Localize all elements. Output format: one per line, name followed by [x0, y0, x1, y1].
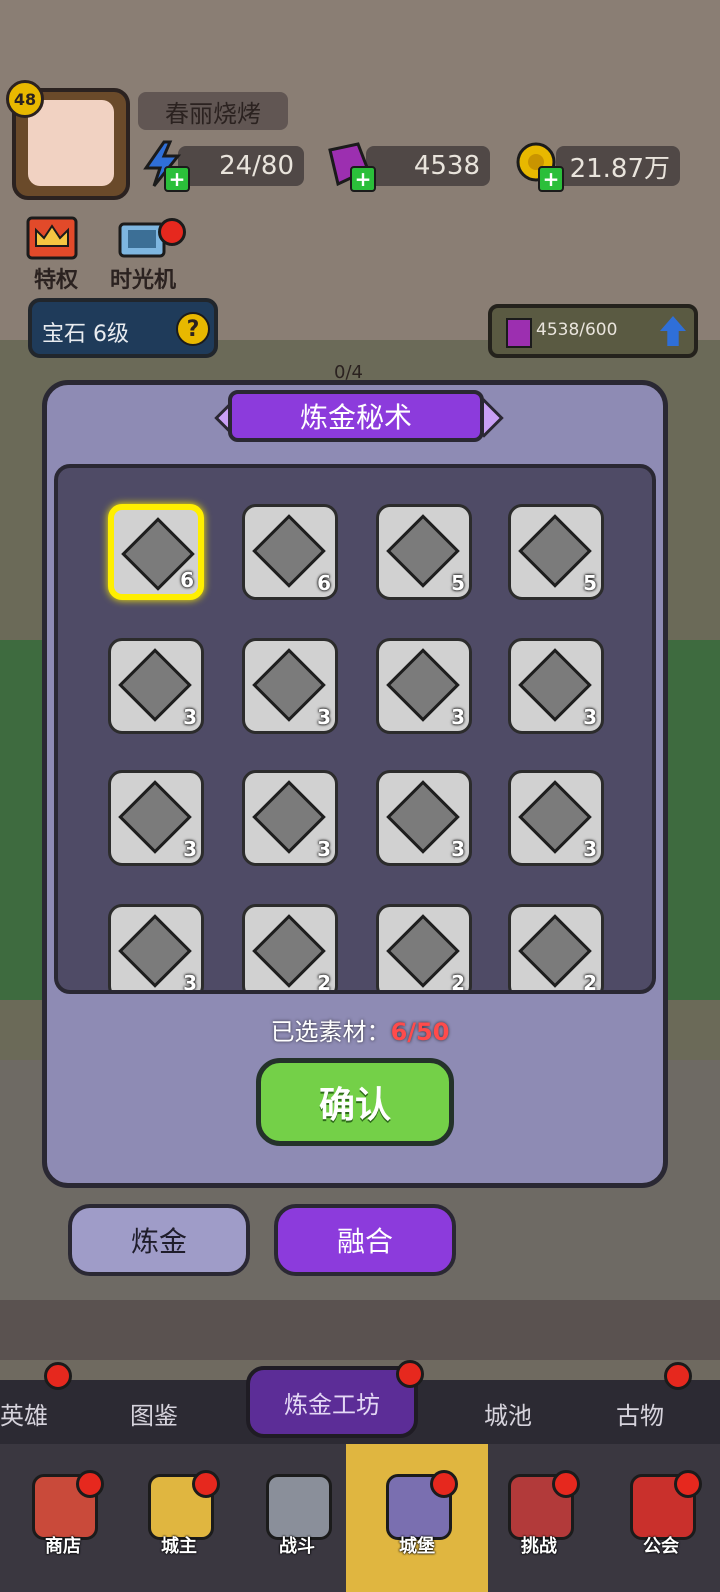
- material-count: 6: [317, 571, 331, 595]
- selected-count: 6/50: [390, 1018, 450, 1046]
- material-count: 3: [317, 705, 331, 729]
- puzzle-piece-icon: [252, 914, 326, 988]
- material-count: 3: [183, 837, 197, 861]
- puzzle-piece-icon: [518, 780, 592, 854]
- time-machine-label: 时光机: [110, 268, 177, 293]
- material-count: 3: [583, 705, 597, 729]
- material-count: 3: [583, 837, 597, 861]
- material-slot[interactable]: 3: [108, 904, 204, 994]
- material-count: 3: [183, 971, 197, 994]
- material-count: 6: [180, 568, 194, 592]
- bottom-nav-notification-dot: [674, 1470, 702, 1498]
- material-count: 3: [451, 837, 465, 861]
- gold-add-button[interactable]: +: [538, 166, 564, 192]
- material-count: 3: [451, 705, 465, 729]
- modal-title: 炼金秘术: [228, 390, 484, 442]
- bottom-nav-notification-dot: [76, 1470, 104, 1498]
- swords-icon[interactable]: [266, 1474, 332, 1540]
- puzzle-piece-icon: [518, 648, 592, 722]
- material-slot[interactable]: 3: [108, 770, 204, 866]
- material-slot[interactable]: 2: [508, 904, 604, 994]
- upgrade-arrow-icon[interactable]: [660, 316, 686, 346]
- material-count: 3: [317, 837, 331, 861]
- confirm-button[interactable]: 确认: [256, 1058, 454, 1146]
- player-level-badge: 48: [6, 80, 44, 118]
- puzzle-piece-icon: [518, 914, 592, 988]
- bottom-nav-label[interactable]: 城堡: [372, 1532, 462, 1558]
- avatar: [28, 100, 114, 186]
- bottom-nav-label[interactable]: 商店: [18, 1532, 108, 1558]
- material-slot[interactable]: 3: [108, 638, 204, 734]
- subnav-codex[interactable]: 图鉴: [130, 1396, 178, 1431]
- relics-notification-dot: [664, 1362, 692, 1390]
- gem-level-label: 宝石 6级: [42, 322, 129, 347]
- material-slot[interactable]: 5: [508, 504, 604, 600]
- energy-add-button[interactable]: +: [164, 166, 190, 192]
- subnav-relics[interactable]: 古物: [616, 1396, 664, 1431]
- material-slot[interactable]: 3: [242, 770, 338, 866]
- material-count: 2: [451, 971, 465, 994]
- puzzle-piece-icon: [252, 780, 326, 854]
- player-name: 春丽烧烤: [138, 92, 288, 130]
- puzzle-piece-icon: [118, 914, 192, 988]
- subnav-city[interactable]: 城池: [484, 1396, 532, 1431]
- puzzle-piece-icon: [386, 914, 460, 988]
- material-slot[interactable]: 3: [508, 770, 604, 866]
- heroes-notification-dot: [44, 1362, 72, 1390]
- puzzle-piece-icon: [252, 514, 326, 588]
- puzzle-piece-icon: [386, 514, 460, 588]
- puzzle-piece-icon: [252, 648, 326, 722]
- tab-alchemy[interactable]: 炼金: [68, 1204, 250, 1276]
- bottom-nav-label[interactable]: 挑战: [494, 1532, 584, 1558]
- material-slot[interactable]: 2: [376, 904, 472, 994]
- puzzle-piece-icon: [118, 648, 192, 722]
- material-slot[interactable]: 3: [508, 638, 604, 734]
- bottom-nav-notification-dot: [192, 1470, 220, 1498]
- crown-icon: [26, 216, 78, 260]
- selected-materials: 已选素材：6/50: [0, 1012, 720, 1047]
- gem-add-button[interactable]: +: [350, 166, 376, 192]
- material-count: 5: [583, 571, 597, 595]
- gem-progress-panel[interactable]: 4538/600: [488, 304, 698, 358]
- gem-progress: 4538/600: [536, 320, 618, 340]
- gem-counter: 4538: [366, 146, 490, 186]
- workshop-notification-dot: [396, 1360, 424, 1388]
- bottom-nav-label[interactable]: 战斗: [252, 1532, 342, 1558]
- material-slot[interactable]: 3: [376, 638, 472, 734]
- gold-counter: 21.87万: [556, 146, 680, 186]
- energy-counter: 24/80: [178, 146, 304, 186]
- material-count: 3: [183, 705, 197, 729]
- material-slot[interactable]: 3: [376, 770, 472, 866]
- bottom-nav-notification-dot: [552, 1470, 580, 1498]
- tab-fusion[interactable]: 融合: [274, 1204, 456, 1276]
- material-slot[interactable]: 2: [242, 904, 338, 994]
- selected-label: 已选素材：: [270, 1018, 391, 1046]
- subnav-alchemy-workshop[interactable]: 炼金工坊: [246, 1366, 418, 1438]
- material-count: 2: [583, 971, 597, 994]
- subnav-heroes[interactable]: 英雄: [0, 1396, 48, 1431]
- puzzle-piece-icon: [386, 780, 460, 854]
- material-slot[interactable]: 3: [242, 638, 338, 734]
- material-slot[interactable]: 5: [376, 504, 472, 600]
- background-strip: [0, 1300, 720, 1360]
- puzzle-piece-icon: [386, 648, 460, 722]
- material-slot[interactable]: 6: [242, 504, 338, 600]
- bottom-nav-label[interactable]: 城主: [134, 1532, 224, 1558]
- help-button[interactable]: ?: [176, 312, 210, 346]
- bottom-nav-notification-dot: [430, 1470, 458, 1498]
- puzzle-piece-icon: [118, 780, 192, 854]
- time-machine-notification-dot: [158, 218, 186, 246]
- bottom-nav-label[interactable]: 公会: [616, 1532, 706, 1558]
- material-slot[interactable]: 6: [108, 504, 204, 600]
- material-count: 5: [451, 571, 465, 595]
- gem-level-panel[interactable]: 宝石 6级 ?: [28, 298, 218, 358]
- puzzle-piece-icon: [518, 514, 592, 588]
- material-count: 2: [317, 971, 331, 994]
- privilege-label: 特权: [34, 268, 79, 293]
- material-grid: 6 6 5 5 3 3 3 3 3 3 3 3 3 2 2 2: [54, 464, 656, 994]
- gem-icon: [506, 318, 532, 348]
